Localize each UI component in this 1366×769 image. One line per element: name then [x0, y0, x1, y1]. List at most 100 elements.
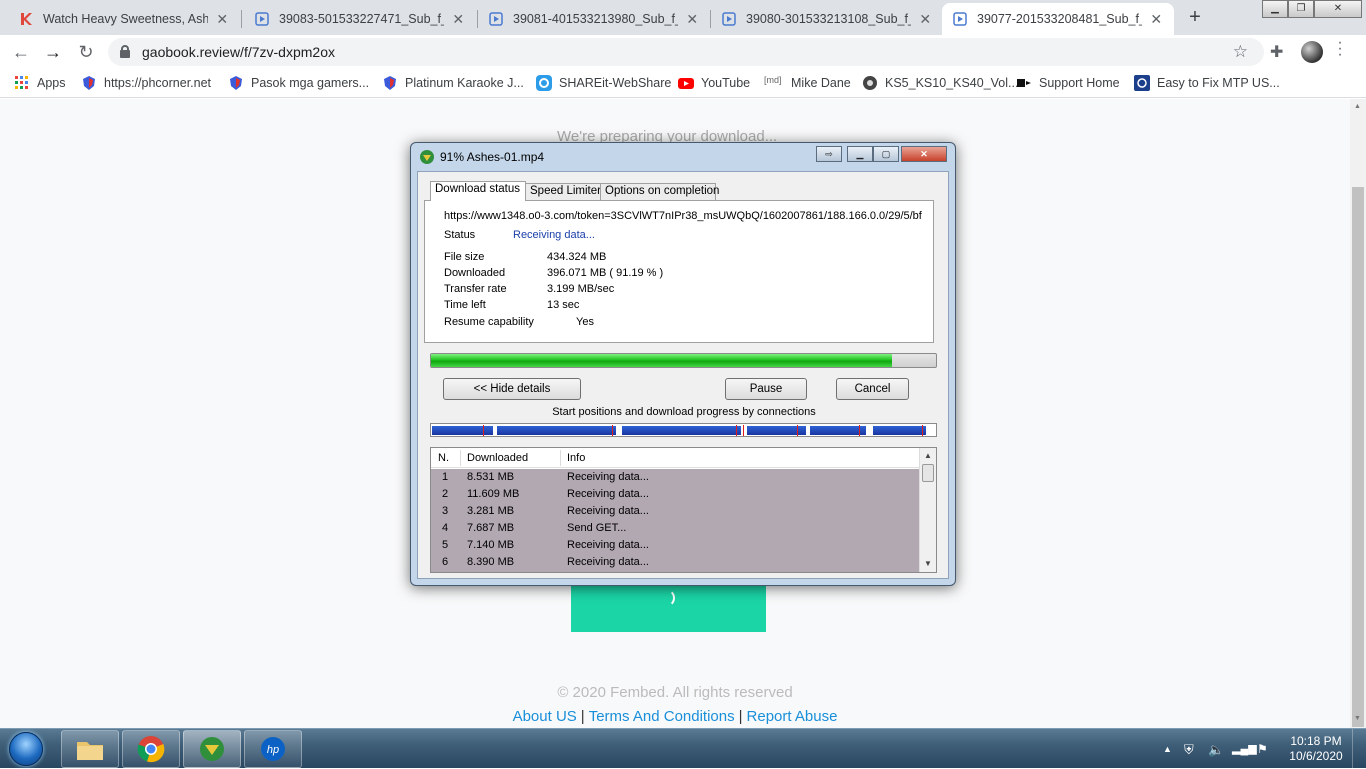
bookmark-mtp[interactable]: Easy to Fix MTP US...: [1134, 75, 1280, 91]
close-tab-icon[interactable]: ✕: [917, 11, 933, 28]
scroll-down-arrow-icon[interactable]: ▼: [920, 557, 936, 571]
shield-icon: [382, 75, 398, 91]
cancel-button[interactable]: Cancel: [836, 378, 909, 400]
copyright-text: © 2020 Fembed. All rights reserved: [557, 684, 793, 701]
idm-icon: [200, 737, 224, 761]
tab-1[interactable]: Watch Heavy Sweetness, Ash-lik ✕: [8, 3, 240, 35]
signal-icon[interactable]: ▂▄▆: [1232, 742, 1257, 755]
address-bar[interactable]: gaobook.review/f/7zv-dxpm2ox ☆: [108, 38, 1264, 66]
reload-icon[interactable]: ↻: [73, 40, 99, 64]
scroll-up-arrow-icon[interactable]: ▲: [920, 449, 936, 463]
mtp-icon: [1134, 75, 1150, 91]
send-to-tray-button[interactable]: ⇨: [816, 146, 842, 162]
list-scrollbar[interactable]: ▲ ▼: [919, 448, 936, 572]
bookmark-shareit[interactable]: SHAREit-WebShare: [536, 75, 671, 91]
dialog-maximize-button[interactable]: ▢: [873, 146, 899, 162]
about-us-link[interactable]: About US: [513, 708, 577, 725]
close-tab-icon[interactable]: ✕: [1148, 11, 1164, 28]
list-header: N. Downloaded Info: [431, 448, 920, 468]
tray-security-icon[interactable]: ⛨: [1184, 742, 1194, 758]
new-tab-button[interactable]: +: [1183, 6, 1207, 30]
bookmark-pasok[interactable]: Pasok mga gamers...: [228, 75, 369, 91]
back-arrow-icon[interactable]: ←: [8, 40, 34, 64]
taskbar-chrome[interactable]: [122, 730, 180, 768]
file-size-value: 434.324 MB: [547, 251, 607, 263]
list-item[interactable]: 5 7.140 MB Receiving data...: [431, 537, 920, 554]
scroll-up-arrow-icon[interactable]: ▲: [1354, 103, 1361, 110]
shareit-icon: [536, 75, 552, 91]
list-rows: 1 8.531 MB Receiving data... 2 11.609 MB…: [431, 469, 920, 572]
dialog-titlebar: 91% Ashes-01.mp4: [419, 149, 544, 165]
bookmark-star-icon[interactable]: ☆: [1233, 42, 1248, 62]
list-item[interactable]: 3 3.281 MB Receiving data...: [431, 503, 920, 520]
terms-link[interactable]: Terms And Conditions: [589, 708, 735, 725]
connections-caption: Start positions and download progress by…: [552, 406, 816, 418]
column-info[interactable]: Info: [567, 452, 585, 464]
scroll-down-arrow-icon[interactable]: ▼: [1354, 715, 1361, 722]
restore-window-button[interactable]: ❐: [1288, 0, 1314, 18]
tab-title: Watch Heavy Sweetness, Ash-lik: [43, 12, 209, 26]
close-tab-icon[interactable]: ✕: [684, 11, 700, 28]
page-scrollbar[interactable]: ▲ ▼: [1350, 99, 1366, 728]
menu-kebab-icon[interactable]: · · ·: [1336, 35, 1344, 63]
bookmark-support-home[interactable]: Support Home: [1016, 75, 1120, 91]
show-desktop-button[interactable]: [1352, 729, 1366, 769]
tab-speed-limiter[interactable]: Speed Limiter: [525, 183, 601, 200]
extensions-puzzle-icon[interactable]: ✚: [1270, 42, 1283, 62]
taskbar-hp[interactable]: hp: [244, 730, 302, 768]
bookmark-platinum[interactable]: Platinum Karaoke J...: [382, 75, 524, 91]
pause-button[interactable]: Pause: [725, 378, 807, 400]
link-separator: |: [738, 708, 743, 725]
bookmark-youtube[interactable]: YouTube: [678, 75, 750, 91]
url-text[interactable]: gaobook.review/f/7zv-dxpm2ox: [142, 44, 335, 60]
clock[interactable]: 10:18 PM 10/6/2020: [1284, 734, 1348, 764]
tab-options-on-completion[interactable]: Options on completion: [600, 183, 719, 200]
bookmark-phcorner[interactable]: https://phcorner.net: [81, 75, 211, 91]
footer-links: About US | Terms And Conditions | Report Abu…: [0, 708, 1350, 725]
forward-arrow-icon[interactable]: →: [40, 40, 66, 64]
close-tab-icon[interactable]: ✕: [214, 11, 230, 28]
bookmark-mike-dane[interactable]: [md] Mike Dane: [764, 75, 851, 91]
transfer-rate-value: 3.199 MB/sec: [547, 283, 615, 295]
minimize-window-button[interactable]: ▁: [1262, 0, 1288, 18]
time-left-value: 13 sec: [547, 299, 580, 311]
shield-icon: [81, 75, 97, 91]
tab-3[interactable]: 39081-401533213980_Sub_f_15 ✕: [478, 3, 710, 35]
tab-download-status[interactable]: Download status: [430, 181, 526, 201]
close-tab-icon[interactable]: ✕: [450, 11, 466, 28]
bookmark-ks5[interactable]: KS5_KS10_KS40_Vol...: [862, 75, 1018, 91]
list-item[interactable]: 6 8.390 MB Receiving data...: [431, 554, 920, 571]
action-center-flag-icon[interactable]: ⚑: [1257, 742, 1268, 756]
download-progress-bar: [430, 353, 937, 368]
bookmark-label: Apps: [37, 76, 66, 90]
hide-details-button[interactable]: << Hide details: [443, 378, 581, 400]
volume-icon[interactable]: 🔈: [1208, 742, 1224, 758]
status-value: Receiving data...: [513, 229, 595, 241]
tab-5-active[interactable]: 39077-201533208481_Sub_f_15 ✕: [942, 3, 1174, 35]
column-n[interactable]: N.: [438, 452, 449, 464]
list-scroll-thumb[interactable]: [922, 464, 934, 482]
dialog-close-button[interactable]: ✕: [901, 146, 947, 162]
tray-arrow-icon[interactable]: ▲: [1163, 744, 1172, 754]
column-downloaded[interactable]: Downloaded: [467, 452, 528, 464]
bookmark-apps[interactable]: Apps: [14, 75, 66, 91]
connections-list[interactable]: N. Downloaded Info 1 8.531 MB Receiving …: [430, 447, 937, 573]
bookmark-label: Platinum Karaoke J...: [405, 76, 524, 90]
start-button[interactable]: [2, 730, 50, 768]
k-logo-icon: [18, 11, 34, 27]
download-button[interactable]: [571, 579, 766, 632]
tab-4[interactable]: 39080-301533213108_Sub_f_15 ✕: [711, 3, 943, 35]
list-item[interactable]: 1 8.531 MB Receiving data...: [431, 469, 920, 486]
report-abuse-link[interactable]: Report Abuse: [747, 708, 838, 725]
folder-icon: [77, 742, 103, 760]
link-separator: |: [580, 708, 585, 725]
dialog-minimize-button[interactable]: ▁: [847, 146, 873, 162]
list-item[interactable]: 2 11.609 MB Receiving data...: [431, 486, 920, 503]
tab-2[interactable]: 39083-501533227471_Sub_f_15 ✕: [244, 3, 476, 35]
close-window-button[interactable]: ✕: [1314, 0, 1362, 18]
list-item[interactable]: 4 7.687 MB Send GET...: [431, 520, 920, 537]
avatar[interactable]: [1301, 41, 1323, 63]
taskbar-idm[interactable]: [183, 730, 241, 768]
taskbar-folder[interactable]: [61, 730, 119, 768]
scrollbar-thumb[interactable]: [1352, 187, 1364, 727]
